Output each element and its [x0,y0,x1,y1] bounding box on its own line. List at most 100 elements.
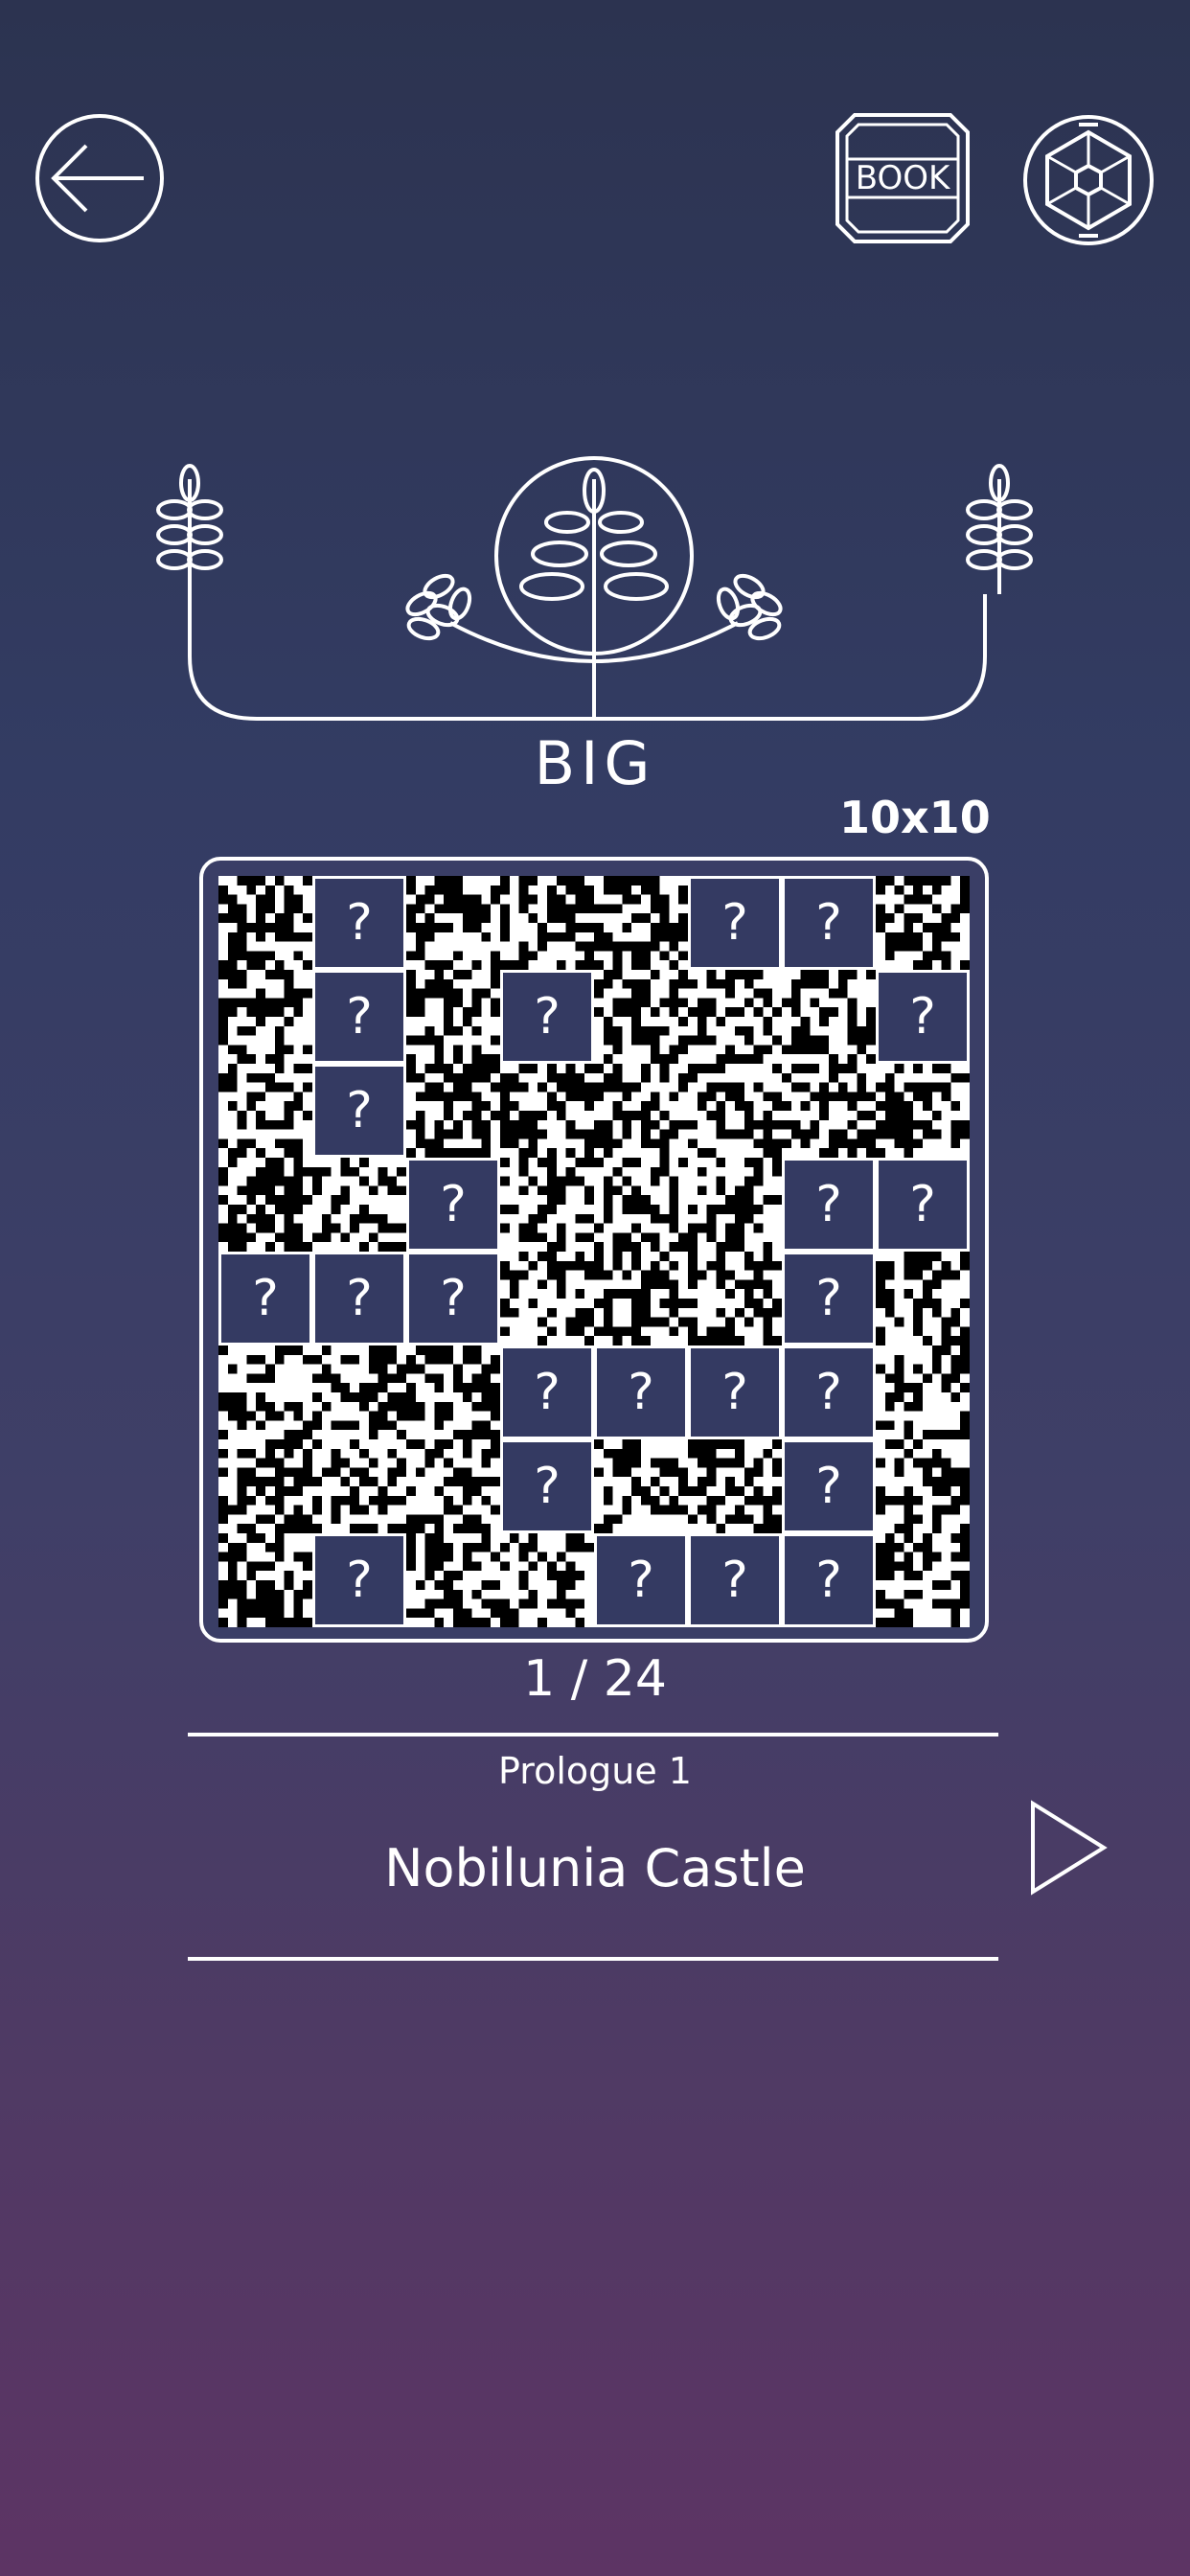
pixel-art-icon [218,1158,312,1252]
locked-tile[interactable]: ? [312,1252,406,1346]
puzzle-grid: ???????????????????????? [218,876,970,1627]
pixel-art-icon [312,1346,406,1439]
book-label: BOOK [855,159,950,197]
solved-tile [500,1158,594,1252]
solved-tile [500,1252,594,1346]
solved-tile [594,1064,688,1158]
pixel-art-icon [312,1439,406,1533]
divider-bottom [188,1957,998,1961]
locked-tile[interactable]: ? [594,1346,688,1439]
pixel-art-icon [594,970,688,1064]
locked-tile[interactable]: ? [782,1439,876,1533]
solved-tile [406,876,500,970]
pixel-art-icon [218,876,312,970]
solved-tile [218,970,312,1064]
solved-tile [500,876,594,970]
pixel-art-icon [876,876,970,970]
wheat-laurel-emblem-icon [134,450,1054,728]
locked-tile[interactable]: ? [312,1533,406,1627]
solved-tile [876,1064,970,1158]
pixel-art-icon [500,1064,594,1158]
solved-tile [218,1064,312,1158]
locked-tile[interactable]: ? [688,876,782,970]
pixel-art-icon [594,1439,688,1533]
locked-tile[interactable]: ? [312,1064,406,1158]
locked-tile[interactable]: ? [688,1346,782,1439]
stage-name: Nobilunia Castle [384,1838,806,1898]
solved-tile [594,1158,688,1252]
pixel-art-icon [218,1346,312,1439]
locked-tile[interactable]: ? [876,970,970,1064]
solved-tile [594,1439,688,1533]
locked-tile[interactable]: ? [782,1533,876,1627]
pixel-art-icon [406,1533,500,1627]
settings-button[interactable] [1021,113,1156,247]
solved-tile [688,1064,782,1158]
locked-tile[interactable]: ? [500,1346,594,1439]
solved-tile [218,1439,312,1533]
solved-tile [406,970,500,1064]
solved-tile [594,970,688,1064]
solved-tile [406,1346,500,1439]
solved-tile [782,1064,876,1158]
chapter-label: Prologue 1 [498,1750,692,1792]
back-button[interactable] [34,113,165,243]
locked-tile[interactable]: ? [500,1439,594,1533]
solved-tile [218,1533,312,1627]
solved-tile [218,1158,312,1252]
solved-tile [500,1533,594,1627]
solved-tile [312,1346,406,1439]
pixel-art-icon [218,1533,312,1627]
solved-tile [876,1533,970,1627]
locked-tile[interactable]: ? [782,876,876,970]
book-button[interactable]: BOOK [835,113,970,243]
pixel-art-icon [688,1158,782,1252]
locked-tile[interactable]: ? [594,1533,688,1627]
solved-tile [876,1252,970,1346]
pixel-art-icon [594,1252,688,1346]
locked-tile[interactable]: ? [406,1252,500,1346]
play-button[interactable] [1027,1798,1110,1898]
pixel-art-icon [782,970,876,1064]
solved-tile [876,1346,970,1439]
divider-top [188,1733,998,1736]
locked-tile[interactable]: ? [312,970,406,1064]
grid-size-label: 10x10 [839,792,991,843]
pixel-art-icon [876,1252,970,1346]
locked-tile[interactable]: ? [500,970,594,1064]
solved-tile [406,1439,500,1533]
pixel-art-icon [500,876,594,970]
locked-tile[interactable]: ? [876,1158,970,1252]
pixel-art-icon [876,1439,970,1533]
puzzle-board[interactable]: ???????????????????????? [199,857,989,1643]
solved-tile [312,1439,406,1533]
locked-tile[interactable]: ? [312,876,406,970]
locked-tile[interactable]: ? [782,1346,876,1439]
solved-tile [782,970,876,1064]
solved-tile [688,1252,782,1346]
pixel-art-icon [218,1064,312,1158]
pixel-art-icon [876,1064,970,1158]
solved-tile [876,876,970,970]
pixel-art-icon [594,1158,688,1252]
pixel-art-icon [594,876,688,970]
solved-tile [876,1439,970,1533]
pixel-art-icon [406,1439,500,1533]
pixel-art-icon [876,1533,970,1627]
puzzle-size-title: BIG [534,728,656,798]
pixel-art-icon [500,1158,594,1252]
pixel-art-icon [406,1346,500,1439]
locked-tile[interactable]: ? [406,1158,500,1252]
pixel-art-icon [218,1439,312,1533]
pixel-art-icon [594,1064,688,1158]
solved-tile [406,1533,500,1627]
solved-tile [500,1064,594,1158]
locked-tile[interactable]: ? [782,1158,876,1252]
solved-tile [688,970,782,1064]
locked-tile[interactable]: ? [218,1252,312,1346]
locked-tile[interactable]: ? [782,1252,876,1346]
pixel-art-icon [688,1064,782,1158]
locked-tile[interactable]: ? [688,1533,782,1627]
pixel-art-icon [406,1064,500,1158]
pixel-art-icon [312,1158,406,1252]
